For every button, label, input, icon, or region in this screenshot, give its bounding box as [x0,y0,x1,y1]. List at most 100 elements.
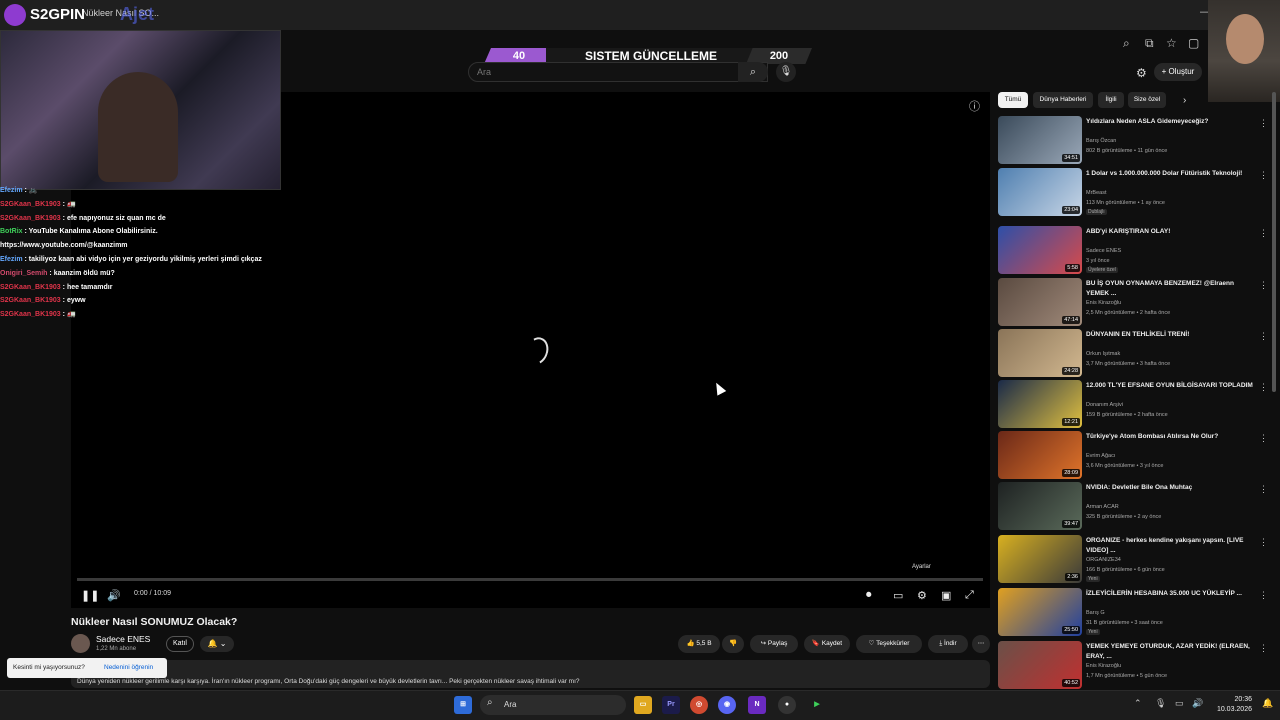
chip-all[interactable]: Tümü [998,92,1028,108]
settings-gear-icon[interactable]: ⚙ [1136,66,1147,80]
video-title[interactable]: İZLEYİCİLERİN HESABINA 35.000 UC YÜKLEYİ… [1086,589,1256,599]
video-title[interactable]: YEMEK YEMEYE OTURDUK, AZAR YEDİK! (ELRAE… [1086,642,1256,662]
microphone-icon[interactable]: 🎙 [776,62,796,82]
recommended-video[interactable]: 25:50 İZLEYİCİLERİN HESABINA 35.000 UC YÜ… [998,588,1268,638]
start-menu-icon[interactable]: ⊞ [454,696,472,714]
progress-bar[interactable] [77,578,983,581]
thanks-button[interactable]: ♡ Teşekkürler [856,635,922,653]
chrome-icon[interactable]: ◎ [690,696,708,714]
video-thumbnail[interactable]: 47:14 [998,278,1082,326]
more-options-icon[interactable]: ⋮ [1259,537,1268,548]
video-thumbnail[interactable]: 12:21 [998,380,1082,428]
discord-icon[interactable]: ◉ [718,696,736,714]
extensions-icon[interactable]: ▢ [1188,36,1199,50]
premiere-pro-icon[interactable]: Pr [662,696,680,714]
tray-chevron-icon[interactable]: ⌃ [1134,698,1142,709]
join-button[interactable]: Katıl [166,636,194,652]
bookmark-star-icon[interactable]: ☆ [1166,36,1177,50]
video-thumbnail[interactable]: 24:28 [998,329,1082,377]
recommended-video[interactable]: 2:36 ORGANIZE - herkes kendine yakışanı y… [998,535,1268,585]
zoom-icon[interactable]: ⌕ [1123,36,1130,51]
like-button[interactable]: 👍 5,5 B [678,635,720,653]
network-icon[interactable]: ▭ [1175,698,1184,709]
dislike-icon[interactable]: 👎 [722,635,744,653]
video-channel[interactable]: ORGANIZE34 [1086,557,1121,563]
settings-icon[interactable]: ⚙ [917,589,927,602]
more-options-icon[interactable]: ⋮ [1259,170,1268,181]
video-title[interactable]: Yıldızlara Neden ASLA Gidemeyeceğiz? [1086,117,1256,127]
save-button[interactable]: 🔖 Kaydet [804,635,850,653]
video-title[interactable]: DÜNYANIN EN TEHLİKELİ TRENİ! [1086,330,1256,340]
video-channel[interactable]: Enis Kirazoğlu [1086,300,1121,306]
video-channel[interactable]: Barış G [1086,610,1105,616]
video-channel[interactable]: Arman ACAR [1086,504,1119,510]
file-explorer-icon[interactable]: ▭ [634,696,652,714]
more-actions-icon[interactable]: ⋯ [972,635,990,653]
taskbar-clock[interactable]: 20:36 10.03.2026 [1212,695,1252,715]
speaker-icon[interactable]: 🔊 [1192,698,1203,709]
volume-icon[interactable]: 🔊 [107,589,121,602]
info-icon[interactable]: ⓘ [969,98,980,114]
video-thumbnail[interactable]: 25:50 [998,588,1082,636]
recommended-video[interactable]: 24:28 DÜNYANIN EN TEHLİKELİ TRENİ! Orkun I… [998,329,1268,379]
recommended-video[interactable]: 39:47 NVIDIA: Devletler Bile Ona Muhtaç Ar… [998,482,1268,532]
recommended-video[interactable]: 5:58 ABD'yi KARIŞTIRAN OLAY! Sadece ENES 3 … [998,226,1268,276]
video-channel[interactable]: Enis Kirazoğlu [1086,663,1121,669]
video-thumbnail[interactable]: 23:04 [998,168,1082,216]
share-button[interactable]: ↪ Paylaş [750,635,798,653]
more-options-icon[interactable]: ⋮ [1259,331,1268,342]
video-thumbnail[interactable]: 39:47 [998,482,1082,530]
video-title[interactable]: 12.000 TL'YE EFSANE OYUN BİLGİSAYARI TOP… [1086,381,1256,391]
recommended-video[interactable]: 12:21 12.000 TL'YE EFSANE OYUN BİLGİSAYAR… [998,380,1268,430]
video-channel[interactable]: Sadece ENES [1086,248,1121,254]
more-options-icon[interactable]: ⋮ [1259,382,1268,393]
video-thumbnail[interactable]: 5:58 [998,226,1082,274]
download-button[interactable]: ⤓ İndir [928,635,968,653]
microphone-tray-icon[interactable]: 🎙 [1155,698,1166,709]
kick-app-icon[interactable]: ▶ [808,696,826,714]
video-channel[interactable]: Barış Özcan [1086,138,1116,144]
install-app-icon[interactable]: ⧉ [1145,36,1154,51]
recommended-video[interactable]: 34:51 Yıldızlara Neden ASLA Gidemeyeceğiz… [998,116,1268,166]
more-options-icon[interactable]: ⋮ [1259,484,1268,495]
video-thumbnail[interactable]: 34:51 [998,116,1082,164]
obs-icon[interactable]: ● [778,696,796,714]
video-channel[interactable]: Orkun Işıtmak [1086,351,1120,357]
more-options-icon[interactable]: ⋮ [1259,590,1268,601]
chip-for-you[interactable]: Size özel [1128,92,1166,108]
taskbar-search[interactable]: Ara [480,695,626,715]
chevron-right-icon[interactable]: › [1183,95,1186,106]
recommended-video[interactable]: 47:14 BU İŞ OYUN OYNAMAYA BENZEMEZ! @Elra… [998,278,1268,328]
toast-learn-more-link[interactable]: Nedenini öğrenin [104,664,153,671]
chip-related[interactable]: İlgili [1098,92,1124,108]
video-title[interactable]: 1 Dolar vs 1.000.000.000 Dolar Fütüristi… [1086,169,1256,179]
kick-icon[interactable]: N [748,696,766,714]
chip-world-news[interactable]: Dünya Haberleri [1033,92,1093,108]
recommended-video[interactable]: 40:52 YEMEK YEMEYE OTURDUK, AZAR YEDİK! (… [998,641,1268,691]
more-options-icon[interactable]: ⋮ [1259,280,1268,291]
video-thumbnail[interactable]: 2:36 [998,535,1082,583]
video-title[interactable]: ORGANIZE - herkes kendine yakışanı yapsı… [1086,536,1256,556]
video-channel[interactable]: Evrim Ağacı [1086,453,1115,459]
create-button[interactable]: + Oluştur [1154,63,1202,81]
video-thumbnail[interactable]: 40:52 [998,641,1082,689]
scrollbar[interactable] [1272,92,1276,392]
more-options-icon[interactable]: ⋮ [1259,118,1268,129]
video-title[interactable]: NVIDIA: Devletler Bile Ona Muhtaç [1086,483,1256,493]
notification-bell-icon[interactable]: 🔔 ⌄ [200,636,234,652]
search-icon[interactable]: ⌕ [738,62,768,82]
miniplayer-icon[interactable]: ▣ [941,589,951,602]
video-title[interactable]: Türkiye'ye Atom Bombası Atılırsa Ne Olur… [1086,432,1256,442]
video-channel[interactable]: MrBeast [1086,190,1106,196]
channel-name[interactable]: Sadece ENES [96,634,150,644]
subtitles-icon[interactable]: ▭ [893,589,903,602]
more-options-icon[interactable]: ⋮ [1259,643,1268,654]
recommended-video[interactable]: 28:09 Türkiye'ye Atom Bombası Atılırsa Ne… [998,431,1268,481]
video-title[interactable]: BU İŞ OYUN OYNAMAYA BENZEMEZ! @Elraenn Y… [1086,279,1256,299]
recommended-video[interactable]: 23:04 1 Dolar vs 1.000.000.000 Dolar Fütü… [998,168,1268,218]
more-options-icon[interactable]: ⋮ [1259,433,1268,444]
video-title[interactable]: ABD'yi KARIŞTIRAN OLAY! [1086,227,1256,237]
fullscreen-icon[interactable]: ⤢ [965,589,974,602]
video-thumbnail[interactable]: 28:09 [998,431,1082,479]
autoplay-toggle-icon[interactable]: ⏺ [866,589,872,602]
